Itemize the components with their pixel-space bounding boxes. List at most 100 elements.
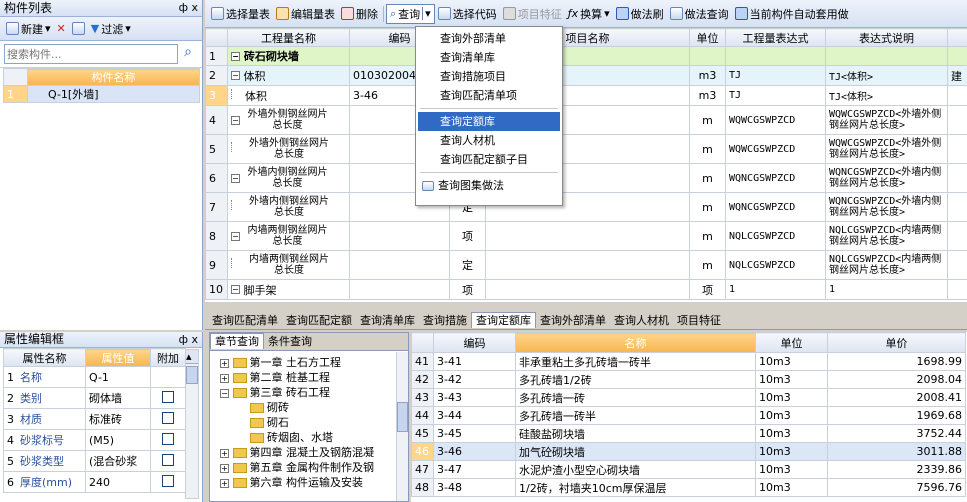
expression-cell[interactable]: TJ — [725, 65, 826, 86]
unit-cell[interactable]: m — [689, 221, 726, 251]
bottom-tab[interactable]: 查询匹配定额 — [282, 313, 356, 329]
expression-cell[interactable]: WQWCGSWPZCD — [725, 134, 826, 164]
select-code-button[interactable]: 选择代码 — [435, 4, 500, 24]
item-feature-button[interactable]: 项目特征 — [500, 4, 565, 24]
unit-cell[interactable]: m — [689, 192, 726, 222]
unit-cell[interactable]: m3 — [689, 65, 726, 86]
tree-item[interactable]: + 第二章 桩基工程 — [220, 370, 408, 385]
method-brush-button[interactable]: 做法刷 — [613, 4, 667, 24]
pin-icon[interactable]: ф x — [179, 332, 198, 347]
scrollbar[interactable]: ▴ — [185, 349, 199, 499]
edit-quantity-button[interactable]: 编辑量表 — [273, 4, 338, 24]
type-cell[interactable]: 项 — [449, 279, 486, 300]
expression-desc-cell[interactable]: WQNCGSWPZCD<外墙内侧钢丝网片总长度> — [825, 163, 948, 193]
menu-item[interactable]: 查询外部清单 — [418, 29, 560, 48]
bottom-tab[interactable]: 查询清单库 — [356, 313, 419, 329]
collapse-icon[interactable]: − — [231, 285, 240, 294]
attach-checkbox[interactable] — [162, 474, 174, 487]
table-row[interactable]: 7 外墙内侧钢丝网片总长度定 m WQNCGSWPZCD WQNCGSWPZCD<外墙内… — [205, 192, 967, 222]
collapse-icon[interactable]: − — [231, 71, 240, 80]
filter-button[interactable]: ▼ 过滤 ▾ — [88, 19, 134, 39]
menu-item[interactable]: 查询清单库 — [418, 48, 560, 67]
property-value[interactable]: Q-1 — [85, 366, 151, 388]
table-row[interactable]: 10− 脚手架项项 1 1 — [205, 279, 967, 300]
component-row[interactable]: 1 Q-1[外墙] — [3, 85, 200, 103]
project-name-cell[interactable] — [485, 250, 690, 280]
select-quantity-button[interactable]: 选择量表 — [208, 4, 273, 24]
table-row[interactable]: 44 3-44 多孔砖墙一砖半 10m3 1969.68 — [411, 406, 966, 425]
code-cell[interactable] — [349, 221, 450, 251]
property-value[interactable]: (混合砂浆 — [85, 450, 151, 472]
type-cell[interactable]: 项 — [449, 221, 486, 251]
property-row[interactable]: 2 类别 砌体墙 — [3, 387, 186, 409]
unit-cell[interactable]: m — [689, 105, 726, 135]
collapse-icon[interactable]: − — [231, 51, 240, 61]
table-row[interactable]: 4− 外墙外侧钢丝网片总长度 m WQWCGSWPZCD WQWCGSWPZCD<外墙… — [205, 105, 967, 135]
menu-item[interactable]: 查询人材机 — [418, 131, 560, 150]
table-row[interactable]: 3 体积 3-46 m3 TJ TJ<体积> — [205, 85, 967, 106]
code-cell[interactable] — [349, 279, 450, 300]
expand-icon[interactable]: + — [220, 358, 229, 368]
collapse-icon[interactable]: − — [220, 388, 229, 398]
scrollbar[interactable] — [396, 352, 408, 501]
menu-item[interactable]: 查询图集做法 — [418, 176, 560, 195]
query-button[interactable]: ⌕ 查询 ▾ — [386, 3, 435, 24]
table-row[interactable]: 2− 体积 010302004 m3 TJ TJ<体积> 建 — [205, 65, 967, 86]
new-button[interactable]: 新建 ▾ — [3, 19, 54, 39]
menu-item[interactable]: 查询匹配清单项 — [418, 86, 560, 105]
expand-icon[interactable]: + — [220, 478, 229, 488]
property-row[interactable]: 4 砂浆标号 (M5) — [3, 429, 186, 451]
property-row[interactable]: 3 材质 标准砖 — [3, 408, 186, 430]
search-icon[interactable]: ⌕ — [178, 44, 198, 64]
unit-cell[interactable]: m — [689, 163, 726, 193]
unit-cell[interactable]: m — [689, 134, 726, 164]
attach-checkbox[interactable] — [162, 453, 174, 466]
table-row[interactable]: 5 外墙外侧钢丝网片总长度 m WQWCGSWPZCD WQWCGSWPZCD<外墙外侧… — [205, 134, 967, 164]
delete-button[interactable]: 删除 — [338, 4, 381, 24]
expression-desc-cell[interactable]: NQLCGSWPZCD<内墙两侧钢丝网片总长度> — [825, 221, 948, 251]
bottom-tab[interactable]: 查询人材机 — [610, 313, 673, 329]
expression-desc-cell[interactable]: 1 — [825, 279, 948, 300]
table-row[interactable]: 1− 砖石砌块墙 — [205, 46, 967, 66]
expression-desc-cell[interactable]: TJ<体积> — [825, 65, 948, 86]
bottom-tab[interactable]: 查询措施 — [419, 313, 471, 329]
attach-checkbox[interactable] — [162, 432, 174, 445]
tab-chapter-query[interactable]: 章节查询 — [210, 333, 264, 349]
code-cell[interactable] — [349, 250, 450, 280]
expression-cell[interactable]: WQNCGSWPZCD — [725, 163, 826, 193]
project-name-cell[interactable] — [485, 279, 690, 300]
tab-condition-query[interactable]: 条件查询 — [264, 334, 316, 350]
unit-cell[interactable]: 项 — [689, 279, 726, 300]
tree-item[interactable]: + 第五章 金属构件制作及钢 — [220, 460, 408, 475]
unit-cell[interactable] — [689, 46, 726, 66]
conversion-button[interactable]: ƒx 换算 ▾ — [565, 4, 613, 24]
delete-icon[interactable]: ✕ — [54, 19, 69, 39]
type-cell[interactable]: 定 — [449, 250, 486, 280]
table-row[interactable]: 45 3-45 硅酸盐砌块墙 10m3 3752.44 — [411, 424, 966, 443]
copy-icon[interactable] — [69, 19, 88, 39]
unit-cell[interactable]: m3 — [689, 85, 726, 106]
table-row[interactable]: 48 3-48 1/2砖，衬墙夹10cm厚保温层 10m3 7596.76 — [411, 478, 966, 497]
tree-item[interactable]: 砌石 — [220, 415, 408, 430]
unit-cell[interactable]: m — [689, 250, 726, 280]
table-row[interactable]: 41 3-41 非承重粘土多孔砖墙一砖半 10m3 1698.99 — [411, 352, 966, 371]
expression-cell[interactable]: WQWCGSWPZCD — [725, 105, 826, 135]
expression-cell[interactable]: WQNCGSWPZCD — [725, 192, 826, 222]
bottom-tab[interactable]: 查询外部清单 — [536, 313, 610, 329]
expression-desc-cell[interactable]: NQLCGSWPZCD<内墙两侧钢丝网片总长度> — [825, 250, 948, 280]
tree-item[interactable]: − 第三章 砖石工程 — [220, 385, 408, 400]
menu-item[interactable]: 查询措施项目 — [418, 67, 560, 86]
expression-cell[interactable]: NQLCGSWPZCD — [725, 250, 826, 280]
table-row[interactable]: 46 3-46 加气砼砌块墙 10m3 3011.88 — [411, 442, 966, 461]
tree-item[interactable]: 砌砖 — [220, 400, 408, 415]
tree-item[interactable]: + 第四章 混凝土及钢筋混凝 — [220, 445, 408, 460]
method-query-button[interactable]: 做法查询 — [667, 4, 732, 24]
close-icon[interactable]: x — [191, 1, 198, 14]
collapse-icon[interactable]: − — [231, 115, 240, 125]
table-row[interactable]: 43 3-43 多孔砖墙一砖 10m3 2008.41 — [411, 388, 966, 407]
property-row[interactable]: 5 砂浆类型 (混合砂浆 — [3, 450, 186, 472]
tree-item[interactable]: + 第一章 土石方工程 — [220, 355, 408, 370]
auto-apply-button[interactable]: 当前构件自动套用做 — [732, 4, 852, 24]
menu-item[interactable]: 查询定额库 — [418, 112, 560, 131]
table-row[interactable]: 42 3-42 多孔砖墙1/2砖 10m3 2098.04 — [411, 370, 966, 389]
